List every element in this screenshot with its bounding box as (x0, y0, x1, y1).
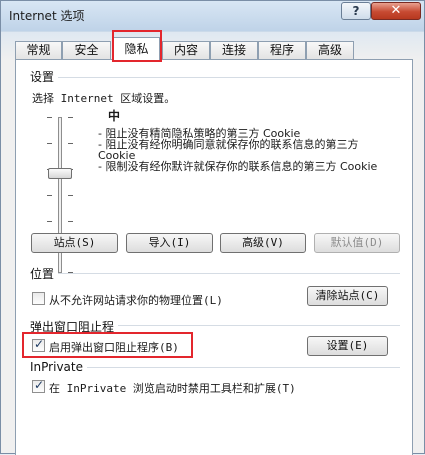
popup-checkbox-label[interactable]: 启用弹出窗口阻止程序(B) (49, 339, 179, 355)
settings-group-line (30, 77, 400, 78)
advanced-button[interactable]: 高级(V) (220, 233, 306, 253)
tab-advanced[interactable]: 高级 (306, 41, 354, 60)
tab-connections[interactable]: 连接 (210, 41, 258, 60)
level-line: - 阻止没有经你明确同意就保存你的联系信息的第三方 Cookie (98, 138, 359, 162)
title-bar[interactable]: Internet 选项 ? ✕ (1, 1, 424, 31)
default-button: 默认值(D) (314, 233, 400, 253)
location-group-line (30, 273, 400, 274)
zone-label: 选择 Internet 区域设置。 (32, 92, 176, 105)
tab-content[interactable]: 内容 (162, 41, 210, 60)
level-line: - 限制没有经你默许就保存你的联系信息的第三方 Cookie (98, 160, 378, 173)
privacy-level-slider-thumb[interactable] (48, 168, 72, 179)
sites-button[interactable]: 站点(S) (31, 233, 118, 253)
popup-group-label: 弹出窗口阻止程 (30, 318, 119, 335)
help-button[interactable]: ? (341, 2, 371, 20)
close-button[interactable]: ✕ (371, 2, 421, 20)
inprivate-checkbox[interactable] (32, 378, 45, 393)
settings-group-label: 设置 (30, 68, 59, 85)
location-checkbox-label[interactable]: 从不允许网站请求你的物理位置(L) (49, 292, 223, 308)
privacy-level-title: 中 (108, 109, 121, 123)
tab-general[interactable]: 常规 (15, 41, 62, 60)
tab-programs[interactable]: 程序 (258, 41, 306, 60)
popup-checkbox[interactable] (32, 337, 45, 352)
clear-sites-button[interactable]: 清除站点(C) (307, 286, 388, 306)
internet-options-window: Internet 选项 ? ✕ 常规 安全 隐私 内容 连接 程序 高级 设置 … (0, 0, 425, 455)
tab-privacy[interactable]: 隐私 (113, 37, 160, 61)
inprivate-checkbox-label[interactable]: 在 InPrivate 浏览启动时禁用工具栏和扩展(T) (49, 380, 296, 396)
tab-security[interactable]: 安全 (62, 41, 111, 60)
inprivate-group-label: InPrivate (30, 360, 87, 374)
privacy-panel: 设置 选择 Internet 区域设置。 中 - 阻止没有精简隐私策略的第三方 … (15, 59, 413, 455)
privacy-level-description: - 阻止没有精简隐私策略的第三方 Cookie - 阻止没有经你明确同意就保存你… (98, 128, 398, 172)
popup-settings-button[interactable]: 设置(E) (307, 336, 388, 356)
import-button[interactable]: 导入(I) (126, 233, 213, 253)
location-group-label: 位置 (30, 265, 59, 282)
location-checkbox[interactable] (32, 292, 45, 305)
window-title: Internet 选项 (9, 9, 85, 23)
